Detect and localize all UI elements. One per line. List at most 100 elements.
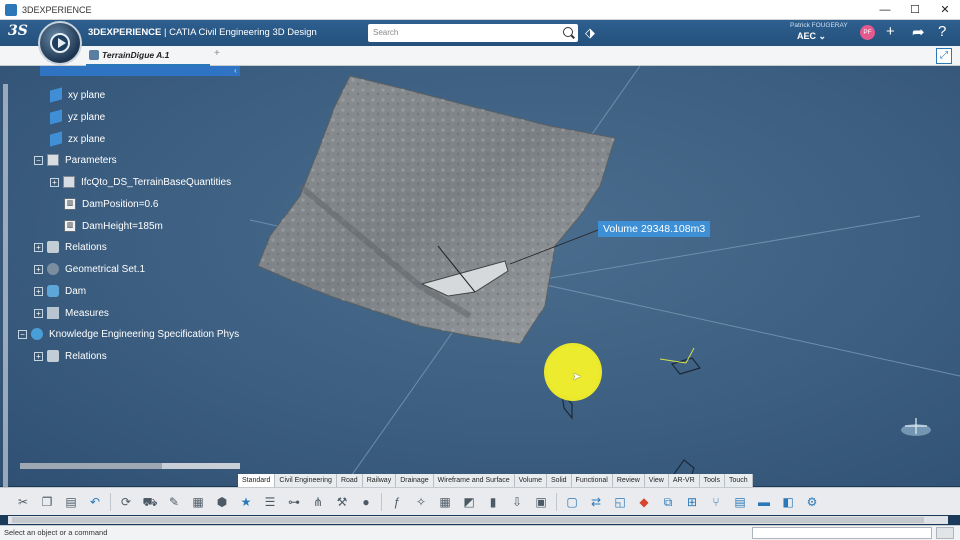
hierarchy-icon[interactable]: ⊶ xyxy=(285,494,303,510)
tree-item-xy-plane[interactable]: xy plane xyxy=(50,86,105,104)
compare-icon[interactable]: ⧉ xyxy=(659,494,677,510)
tab-ar-vr[interactable]: AR-VR xyxy=(668,474,700,487)
help-icon[interactable]: ? xyxy=(938,23,946,40)
tree-item-dam-position[interactable]: ▥ DamPosition=0.6 xyxy=(64,195,158,213)
tab-civil-engineering[interactable]: Civil Engineering xyxy=(275,474,337,487)
tag-icon[interactable]: ⬗ xyxy=(585,25,595,41)
tree-root-highlight[interactable] xyxy=(40,66,240,76)
color-cube-icon[interactable]: ◆ xyxy=(635,494,653,510)
car-icon[interactable]: ⛟ xyxy=(141,494,159,510)
box-icon[interactable]: ▣ xyxy=(532,494,550,510)
cut-icon[interactable]: ✂ xyxy=(14,494,32,510)
tab-volume[interactable]: Volume xyxy=(514,474,547,487)
volume-measure-label[interactable]: Volume 29348.108m3 xyxy=(598,221,711,237)
star-icon[interactable]: ★ xyxy=(237,494,255,510)
cube-icon[interactable]: ◧ xyxy=(779,494,797,510)
minimize-button[interactable]: — xyxy=(870,0,900,20)
tab-touch[interactable]: Touch xyxy=(724,474,753,487)
collapse-icon[interactable]: − xyxy=(34,155,43,165)
play-icon[interactable] xyxy=(50,33,70,53)
tree-item-ifcqto[interactable]: + IfcQto_DS_TerrainBaseQuantities xyxy=(50,173,231,191)
folder-icon[interactable]: ▤ xyxy=(731,494,749,510)
import-icon[interactable]: ⇩ xyxy=(508,494,526,510)
tab-standard[interactable]: Standard xyxy=(238,474,276,487)
branch-icon[interactable]: ⑂ xyxy=(707,494,725,510)
search-icon[interactable] xyxy=(563,27,573,37)
page-icon[interactable]: ▢ xyxy=(563,494,581,510)
tab-solid[interactable]: Solid xyxy=(546,474,572,487)
grid-table-icon[interactable]: ▦ xyxy=(436,494,454,510)
tree-item-dam-height[interactable]: ▥ DamHeight=185m xyxy=(64,217,163,235)
new-tab-button[interactable]: + xyxy=(214,48,220,59)
window-title: 3DEXPERIENCE xyxy=(22,4,92,15)
traffic-light-icon[interactable]: ▮ xyxy=(484,494,502,510)
command-input[interactable] xyxy=(752,527,932,539)
paste-icon[interactable]: ▤ xyxy=(62,494,80,510)
section-tabs: Standard Civil Engineering Road Railway … xyxy=(238,474,753,487)
save-icon[interactable]: ▬ xyxy=(755,494,773,510)
tree-item-zx-plane[interactable]: zx plane xyxy=(50,130,105,148)
tree-item-yz-plane[interactable]: yz plane xyxy=(50,108,105,126)
command-button[interactable] xyxy=(936,527,954,539)
expand-icon[interactable]: + xyxy=(34,351,43,361)
share-icon[interactable]: ➦ xyxy=(912,23,925,41)
plus-icon[interactable]: + xyxy=(886,23,895,40)
tools-icon[interactable]: ⚒ xyxy=(333,494,351,510)
tab-road[interactable]: Road xyxy=(336,474,363,487)
fit-all-icon[interactable]: ⤢ xyxy=(936,48,952,64)
mouse-cursor-icon: ➤ xyxy=(572,371,582,383)
maximize-button[interactable]: ☐ xyxy=(900,0,930,20)
tree-item-knowledge-spec[interactable]: − Knowledge Engineering Specification Ph… xyxy=(18,325,239,343)
tab-view[interactable]: View xyxy=(644,474,669,487)
copy-icon[interactable]: ❐ xyxy=(38,494,56,510)
tree-item-relations-2[interactable]: + Relations xyxy=(34,347,107,365)
tree-item-parameters[interactable]: − Parameters xyxy=(34,151,117,169)
rule-icon[interactable]: ✧ xyxy=(412,494,430,510)
collapse-icon[interactable]: − xyxy=(18,329,27,339)
expand-icon[interactable]: + xyxy=(34,308,43,318)
tab-tools[interactable]: Tools xyxy=(699,474,725,487)
tree-item-dam[interactable]: + Dam xyxy=(34,282,86,300)
measure-icon[interactable]: ◩ xyxy=(460,494,478,510)
compass-rose-icon[interactable] xyxy=(901,418,931,436)
expand-icon[interactable]: + xyxy=(34,242,43,252)
tree-item-relations[interactable]: + Relations xyxy=(34,238,107,256)
list-icon[interactable]: ☰ xyxy=(261,494,279,510)
tree-item-geometrical-set[interactable]: + Geometrical Set.1 xyxy=(34,260,145,278)
role-selector[interactable]: AEC ⌄ xyxy=(797,31,826,42)
edit-icon[interactable]: ✎ xyxy=(165,494,183,510)
search-input[interactable]: Search xyxy=(368,24,578,42)
document-tab[interactable]: TerrainDigue A.1 xyxy=(86,48,210,66)
geometrical-set-icon xyxy=(47,263,59,275)
undo-icon[interactable]: ↶ xyxy=(86,494,104,510)
swap-icon[interactable]: ⇄ xyxy=(587,494,605,510)
update-icon[interactable]: ⟳ xyxy=(117,494,135,510)
tree-horizontal-scrollbar[interactable] xyxy=(20,463,240,469)
tree-collapse-icon[interactable]: ‹ xyxy=(234,66,237,75)
close-button[interactable]: ✕ xyxy=(930,0,960,20)
expand-icon[interactable]: + xyxy=(34,286,43,296)
snapshot-icon[interactable]: ◱ xyxy=(611,494,629,510)
tree-icon[interactable]: ⋔ xyxy=(309,494,327,510)
expand-icon[interactable]: + xyxy=(50,177,59,187)
tree-vertical-scrollbar[interactable] xyxy=(3,84,8,514)
tab-review[interactable]: Review xyxy=(612,474,645,487)
sphere-icon[interactable]: ● xyxy=(357,494,375,510)
tree-item-measures[interactable]: + Measures xyxy=(34,304,109,322)
formula-icon[interactable]: ƒ xyxy=(388,494,406,510)
tab-railway[interactable]: Railway xyxy=(362,474,397,487)
compass-icon[interactable] xyxy=(38,21,82,65)
expand-icon[interactable]: + xyxy=(34,264,43,274)
action-bar-scrollbar[interactable] xyxy=(8,516,948,524)
ds-logo-icon: 3S xyxy=(8,23,28,39)
tab-drainage[interactable]: Drainage xyxy=(396,474,434,487)
toolbar-separator xyxy=(556,492,557,511)
tab-wireframe-and-surface[interactable]: Wireframe and Surface xyxy=(433,474,515,487)
settings-icon[interactable]: ⚙ xyxy=(803,494,821,510)
tab-functional[interactable]: Functional xyxy=(571,474,613,487)
avatar[interactable]: PF xyxy=(860,25,875,40)
cube-group-icon[interactable]: ⬢ xyxy=(213,494,231,510)
axis-triad-icon xyxy=(659,347,702,375)
merge-icon[interactable]: ⊞ xyxy=(683,494,701,510)
table-icon[interactable]: ▦ xyxy=(189,494,207,510)
